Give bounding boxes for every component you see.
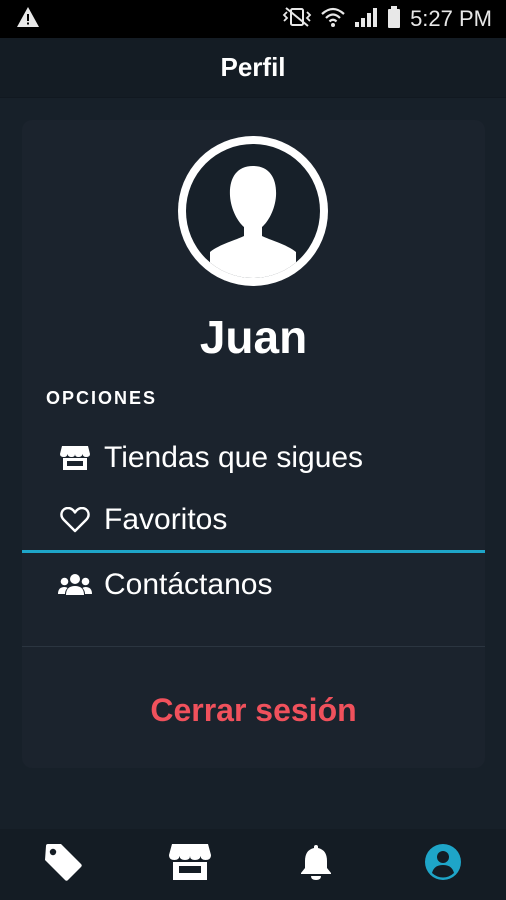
logout-button[interactable]: Cerrar sesión [22, 692, 485, 729]
page-title: Perfil [220, 52, 286, 82]
divider [22, 646, 485, 647]
store-icon [58, 443, 92, 473]
heart-icon [58, 505, 92, 535]
menu-item-label: Favoritos [104, 503, 228, 536]
signal-icon [354, 6, 378, 33]
active-item-indicator [22, 550, 485, 553]
status-bar: 5:27 PM [0, 0, 506, 38]
nav-profile[interactable] [413, 835, 473, 895]
profile-card: Juan OPCIONES Tiendas que sigues Favorit… [22, 120, 485, 768]
user-silhouette-icon [210, 166, 296, 278]
store-icon [168, 843, 212, 886]
vibrate-icon [282, 6, 312, 33]
menu-item-favorites[interactable]: Favoritos [22, 492, 485, 548]
nav-notifications[interactable] [286, 835, 346, 895]
bell-icon [298, 843, 334, 886]
nav-offers[interactable] [33, 835, 93, 895]
tag-icon [43, 842, 83, 887]
warning-icon [16, 6, 40, 33]
menu-item-followed-stores[interactable]: Tiendas que sigues [22, 430, 485, 486]
options-section-label: OPCIONES [46, 388, 158, 408]
nav-stores[interactable] [160, 835, 220, 895]
users-icon [58, 570, 92, 600]
avatar [178, 136, 328, 286]
user-name: Juan [199, 311, 308, 363]
wifi-icon [321, 6, 345, 33]
menu-item-label: Tiendas que sigues [104, 441, 364, 474]
status-time: 5:27 PM [410, 6, 492, 31]
battery-icon [387, 5, 401, 33]
bottom-nav [0, 829, 506, 900]
menu-item-contact-us[interactable]: Contáctanos [22, 557, 485, 613]
user-circle-icon [424, 843, 462, 886]
menu-item-label: Contáctanos [104, 568, 273, 601]
app-header: Perfil [0, 38, 506, 98]
